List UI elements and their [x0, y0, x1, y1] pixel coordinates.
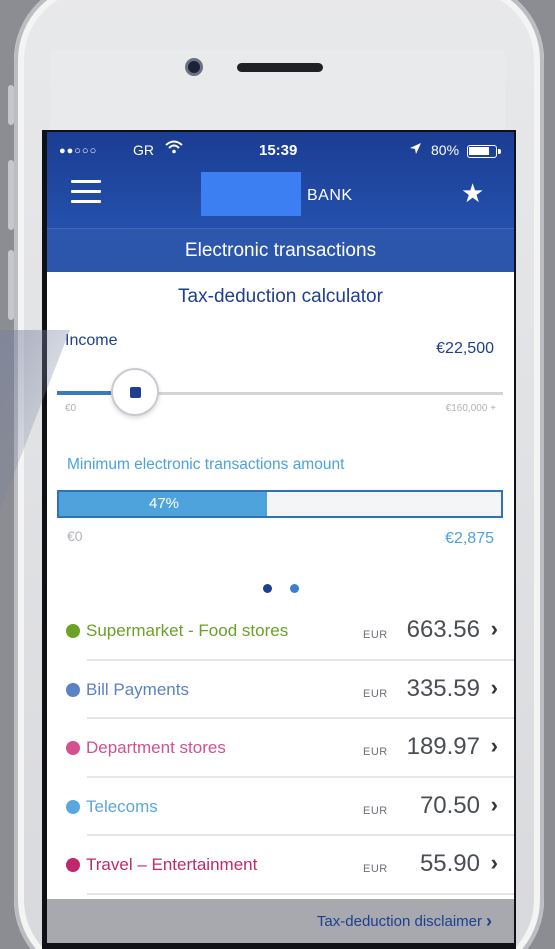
minimum-transactions-label: Minimum electronic transactions amount	[67, 456, 345, 473]
category-amount: 663.56	[406, 616, 480, 643]
section-title: Electronic transactions	[47, 228, 514, 272]
category-amount: 335.59	[406, 674, 480, 702]
category-currency: EUR	[363, 746, 388, 758]
app-screen: ●●○○○ GR 15:39 80% BANK ★ Electronic tra…	[47, 132, 514, 899]
progress-percent: 47%	[148, 495, 180, 512]
category-row[interactable]: Bill Payments EUR 335.59 ›	[47, 661, 514, 719]
slider-thumb-core	[130, 387, 141, 398]
category-name: Department stores	[86, 738, 226, 757]
category-row[interactable]: Supermarket - Food stores EUR 663.56 ›	[47, 602, 514, 661]
app-header: ●●○○○ GR 15:39 80% BANK ★	[47, 132, 514, 228]
income-value: €22,500	[436, 340, 494, 357]
chevron-right-icon: ›	[486, 910, 492, 931]
bank-logo-redacted	[201, 172, 301, 216]
category-currency: EUR	[363, 804, 388, 817]
income-label: Income	[65, 332, 118, 349]
wifi-icon	[165, 140, 183, 158]
category-currency: EUR	[363, 629, 388, 641]
chevron-right-icon: ›	[490, 733, 498, 758]
category-color-dot	[66, 858, 80, 872]
phone-volume-up	[8, 160, 14, 230]
chevron-right-icon: ›	[490, 850, 498, 875]
transactions-progress-bar: 47%	[57, 490, 503, 518]
category-name: Telecoms	[86, 796, 158, 816]
income-slider-max: €160,000 +	[445, 403, 496, 414]
category-amount: 70.50	[419, 791, 480, 819]
battery-fill	[469, 147, 489, 155]
front-camera	[185, 58, 203, 76]
location-arrow-icon	[409, 142, 422, 158]
earpiece-speaker	[237, 63, 323, 72]
category-list: Supermarket - Food stores EUR 663.56 › B…	[47, 602, 514, 895]
category-name: Bill Payments	[86, 679, 189, 699]
category-color-dot	[66, 799, 80, 814]
category-color-dot	[66, 682, 80, 697]
page-indicator[interactable]	[263, 580, 313, 598]
battery-nub	[498, 149, 501, 154]
chevron-right-icon: ›	[490, 791, 498, 817]
page-dot-2[interactable]	[290, 584, 300, 593]
category-row[interactable]: Travel – Entertainment EUR 55.90 ›	[47, 836, 514, 895]
category-amount: 55.90	[419, 850, 480, 877]
battery-icon	[467, 145, 501, 158]
chevron-right-icon: ›	[490, 616, 498, 641]
calculator-title: Tax-deduction calculator	[178, 286, 383, 307]
phone-side-button	[8, 85, 14, 125]
category-currency: EUR	[363, 687, 388, 700]
disclaimer-label: Tax-deduction disclaimer	[316, 912, 482, 930]
progress-min: €0	[67, 528, 83, 544]
category-row[interactable]: Telecoms EUR 70.50 ›	[47, 778, 514, 836]
carrier-name: GR	[133, 142, 154, 158]
category-amount: 189.97	[406, 733, 480, 760]
status-bar: ●●○○○ GR 15:39 80%	[47, 140, 514, 162]
category-name: Supermarket - Food stores	[86, 621, 289, 640]
page-dot-1[interactable]	[263, 584, 272, 593]
income-slider-min: €0	[65, 403, 77, 414]
hamburger-menu-icon[interactable]	[71, 180, 101, 204]
battery-percent: 80%	[431, 142, 460, 158]
row-divider	[87, 892, 514, 895]
phone-volume-down	[8, 250, 14, 320]
category-row[interactable]: Department stores EUR 189.97 ›	[47, 719, 514, 778]
signal-strength: ●●○○○	[59, 145, 98, 157]
chevron-right-icon: ›	[490, 674, 498, 700]
status-time: 15:39	[259, 142, 298, 159]
category-color-dot	[66, 741, 80, 755]
bank-logo-text: BANK	[307, 187, 353, 204]
category-name: Travel – Entertainment	[86, 855, 258, 874]
category-color-dot	[66, 624, 80, 638]
progress-max: €2,875	[445, 530, 494, 547]
category-currency: EUR	[363, 863, 388, 875]
star-icon[interactable]: ★	[461, 180, 484, 206]
disclaimer-link[interactable]: Tax-deduction disclaimer ›	[47, 899, 514, 943]
income-slider-thumb[interactable]	[111, 368, 159, 416]
